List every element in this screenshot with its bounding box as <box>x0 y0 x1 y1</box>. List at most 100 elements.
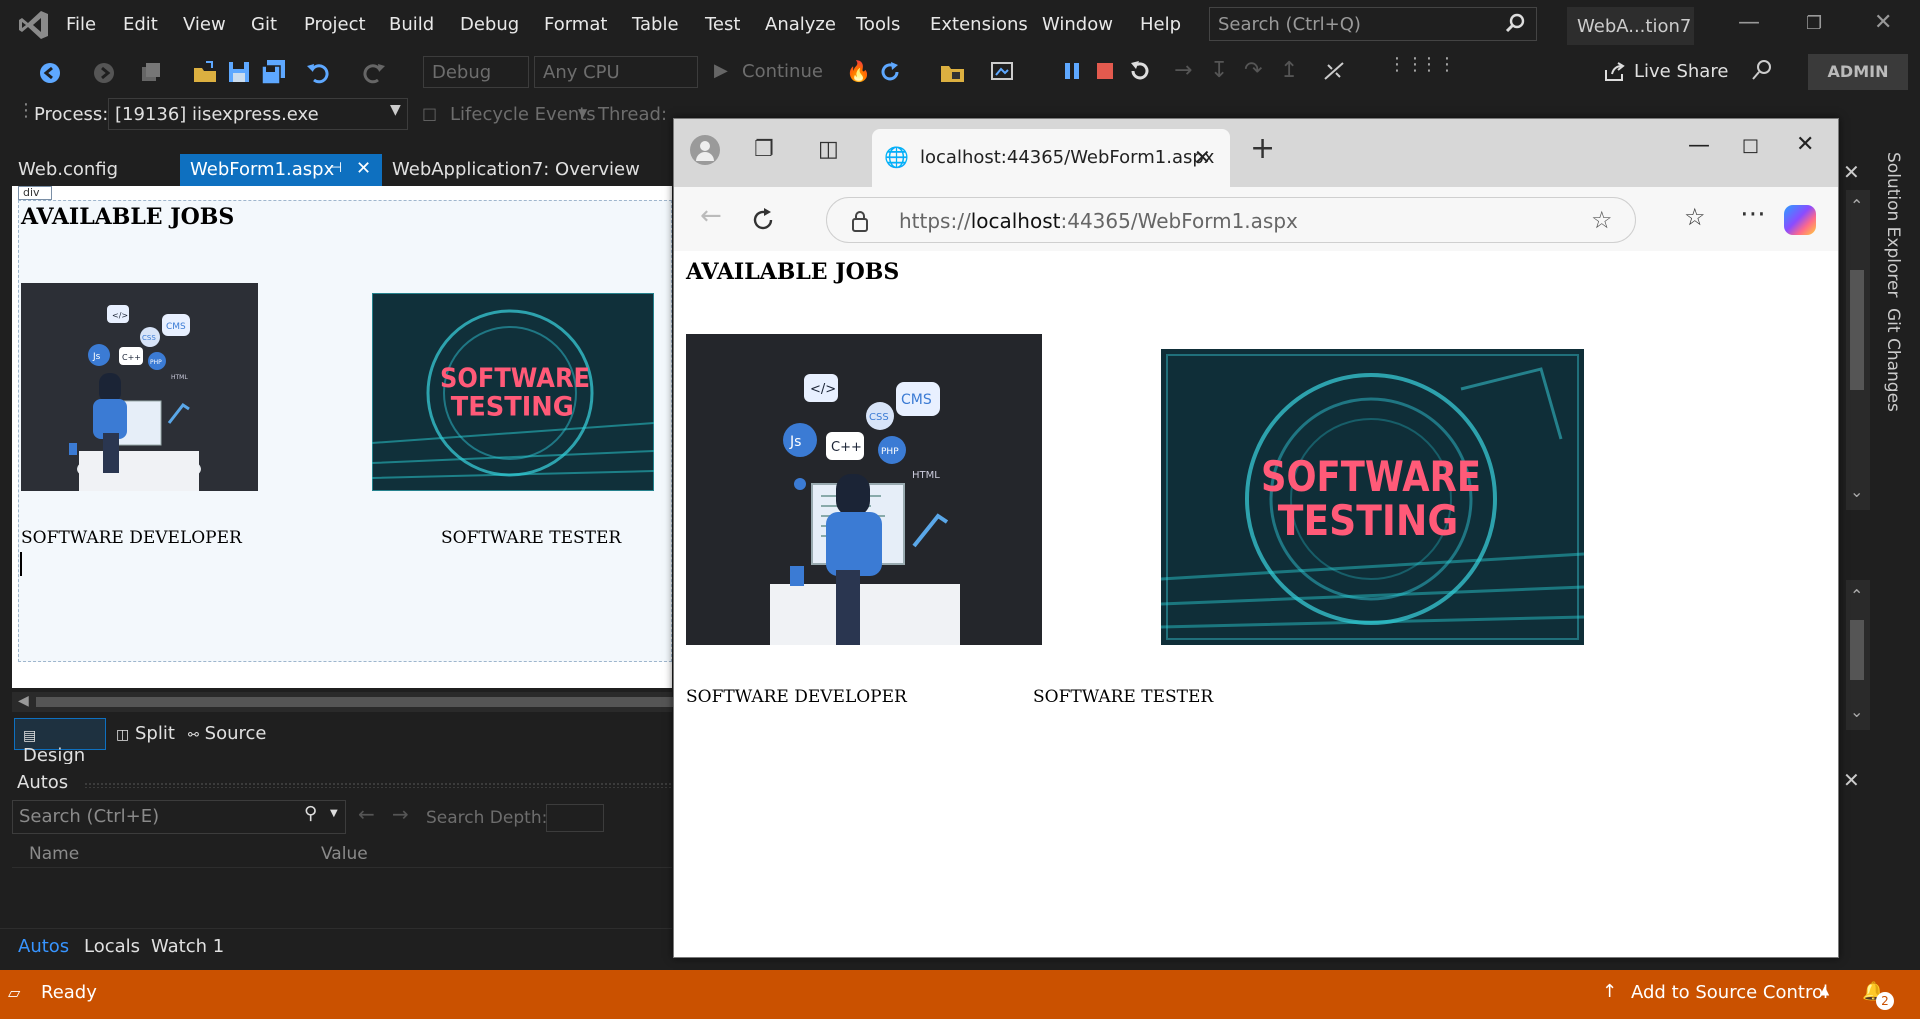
profile-avatar-icon[interactable] <box>690 135 720 165</box>
menu-extensions[interactable]: Extensions <box>930 14 1028 35</box>
show-next-statement-icon[interactable]: → <box>1174 58 1192 83</box>
close-tab-icon[interactable]: ✕ <box>1194 145 1211 169</box>
restore-icon[interactable]: ❐ <box>1806 13 1822 34</box>
menu-table[interactable]: Table <box>632 14 679 35</box>
tab-web-config[interactable]: Web.config <box>8 154 128 186</box>
scroll-down-icon[interactable]: ⌄ <box>1850 482 1863 501</box>
browser-tab[interactable]: 🌐 localhost:44365/WebForm1.aspx ✕ <box>872 129 1230 187</box>
column-value[interactable]: Value <box>321 844 368 864</box>
visual-studio-logo-icon[interactable] <box>17 8 51 42</box>
close-icon[interactable]: ✕ <box>1796 132 1814 157</box>
platform-select[interactable]: Any CPU <box>534 56 698 88</box>
minimize-icon[interactable]: — <box>1738 10 1760 35</box>
scroll-down-icon[interactable]: ⌄ <box>1850 702 1863 721</box>
feedback-icon[interactable] <box>1750 58 1774 82</box>
close-panel-icon[interactable]: ✕ <box>1843 160 1860 184</box>
browser-link-icon[interactable] <box>990 60 1014 84</box>
browse-folder-icon[interactable] <box>940 60 966 84</box>
more-toolbar-icon[interactable]: ⋮⋮ <box>1420 54 1456 75</box>
menu-tools[interactable]: Tools <box>856 14 900 35</box>
live-share-button[interactable]: Live Share <box>1634 61 1728 82</box>
add-to-source-control-button[interactable]: Add to Source Control <box>1631 982 1828 1003</box>
autos-search-input[interactable]: Search (Ctrl+E) <box>12 800 346 834</box>
git-changes-tab[interactable]: Git Changes <box>1883 308 1903 412</box>
user-account-badge[interactable]: ADMIN <box>1808 54 1908 90</box>
tab-design[interactable]: ▤ Design <box>14 718 106 766</box>
tab-webform1[interactable]: WebForm1.aspx ⊣ ✕ <box>180 154 382 186</box>
browser-content[interactable]: AVAILABLE JOBS </> CMS CSS C++ Js PHP HT… <box>678 251 1834 955</box>
copilot-icon[interactable] <box>1784 205 1816 235</box>
scroll-up-icon[interactable]: ⌃ <box>1850 196 1863 215</box>
back-icon[interactable]: ← <box>700 201 722 231</box>
chevron-down-icon[interactable]: ▼ <box>330 808 338 819</box>
menu-git[interactable]: Git <box>251 14 277 35</box>
search-depth-select[interactable] <box>546 804 604 832</box>
address-bar[interactable]: https://localhost:44365/WebForm1.aspx ☆ <box>826 197 1636 243</box>
tab-overview[interactable]: WebApplication7: Overview <box>382 154 650 186</box>
save-all-icon[interactable] <box>261 60 287 84</box>
refresh-icon[interactable] <box>750 207 776 233</box>
chevron-down-icon[interactable]: ▼ <box>390 102 401 118</box>
close-icon[interactable]: ✕ <box>1874 10 1892 35</box>
tab-split[interactable]: ◫ Split <box>108 718 183 750</box>
continue-play-icon[interactable]: ▶ <box>714 60 728 81</box>
undo-icon[interactable] <box>306 60 330 84</box>
minimize-icon[interactable]: — <box>1688 133 1710 158</box>
continue-button[interactable]: Continue <box>742 61 823 82</box>
workspaces-icon[interactable]: ❐ <box>754 137 774 162</box>
new-tab-icon[interactable]: + <box>1250 131 1275 166</box>
more-options-icon[interactable]: ⋯ <box>1740 199 1766 229</box>
open-folder-icon[interactable] <box>192 60 218 86</box>
menu-help[interactable]: Help <box>1140 14 1181 35</box>
solution-explorer-tab[interactable]: Solution Explorer <box>1883 152 1903 297</box>
tab-watch1[interactable]: Watch 1 <box>151 936 224 957</box>
forward-icon[interactable] <box>92 61 116 85</box>
menu-view[interactable]: View <box>183 14 226 35</box>
menu-test[interactable]: Test <box>705 14 740 35</box>
solution-name-badge[interactable]: WebA...tion7 <box>1567 7 1694 45</box>
horizontal-scrollbar[interactable]: ◀ <box>12 692 676 712</box>
tab-source[interactable]: ⚯ Source <box>180 718 274 750</box>
save-icon[interactable] <box>228 61 250 83</box>
search-back-icon[interactable]: ← <box>358 802 375 826</box>
menu-debug[interactable]: Debug <box>460 14 519 35</box>
hex-display-icon[interactable] <box>1322 59 1346 83</box>
stop-icon[interactable] <box>1096 62 1114 80</box>
lifecycle-events-button[interactable]: Lifecycle Events <box>450 104 596 125</box>
menu-analyze[interactable]: Analyze <box>765 14 836 35</box>
favorite-star-icon[interactable]: ☆ <box>1591 206 1613 234</box>
close-panel-icon[interactable]: ✕ <box>1843 768 1860 792</box>
vertical-scrollbar[interactable]: ⌃ ⌄ <box>1846 190 1870 510</box>
vertical-tabs-icon[interactable]: ◫ <box>818 137 839 162</box>
pin-icon[interactable]: ⊣ <box>330 160 342 176</box>
maximize-icon[interactable]: □ <box>1742 135 1759 156</box>
breakpoints-menu-icon[interactable]: ⋮⋮ <box>1388 54 1424 75</box>
close-tab-icon[interactable]: ✕ <box>356 158 371 179</box>
redo-icon[interactable] <box>362 60 386 84</box>
configuration-select[interactable]: Debug <box>423 56 529 88</box>
scroll-left-icon[interactable]: ◀ <box>18 693 29 709</box>
column-name[interactable]: Name <box>29 844 79 864</box>
menu-edit[interactable]: Edit <box>123 14 158 35</box>
chevron-up-icon[interactable]: ▲ <box>1820 983 1829 997</box>
scroll-thumb[interactable] <box>1850 620 1864 680</box>
back-icon[interactable] <box>38 61 62 85</box>
menu-file[interactable]: File <box>66 14 96 35</box>
step-into-icon[interactable]: ↧ <box>1210 58 1228 83</box>
live-share-icon[interactable] <box>1604 62 1626 82</box>
search-icon[interactable]: ⚲ <box>304 803 317 824</box>
menu-project[interactable]: Project <box>304 14 366 35</box>
process-select[interactable]: [19136] iisexpress.exe <box>108 98 408 130</box>
chevron-down-icon[interactable]: ▼ <box>578 106 587 120</box>
step-over-icon[interactable]: ↷ <box>1244 58 1262 83</box>
scroll-thumb[interactable] <box>36 697 676 707</box>
search-forward-icon[interactable]: → <box>392 802 409 826</box>
scroll-thumb[interactable] <box>1850 270 1864 390</box>
new-project-icon[interactable] <box>138 61 162 85</box>
search-input[interactable]: Search (Ctrl+Q) <box>1209 7 1537 41</box>
hot-reload-icon[interactable]: 🔥 <box>846 59 871 83</box>
url-text[interactable]: https://localhost:44365/WebForm1.aspx <box>899 209 1298 233</box>
vertical-scrollbar-2[interactable]: ⌃ ⌄ <box>1846 580 1870 730</box>
restart-icon[interactable] <box>1128 60 1150 82</box>
favorites-icon[interactable]: ☆ <box>1684 203 1706 231</box>
